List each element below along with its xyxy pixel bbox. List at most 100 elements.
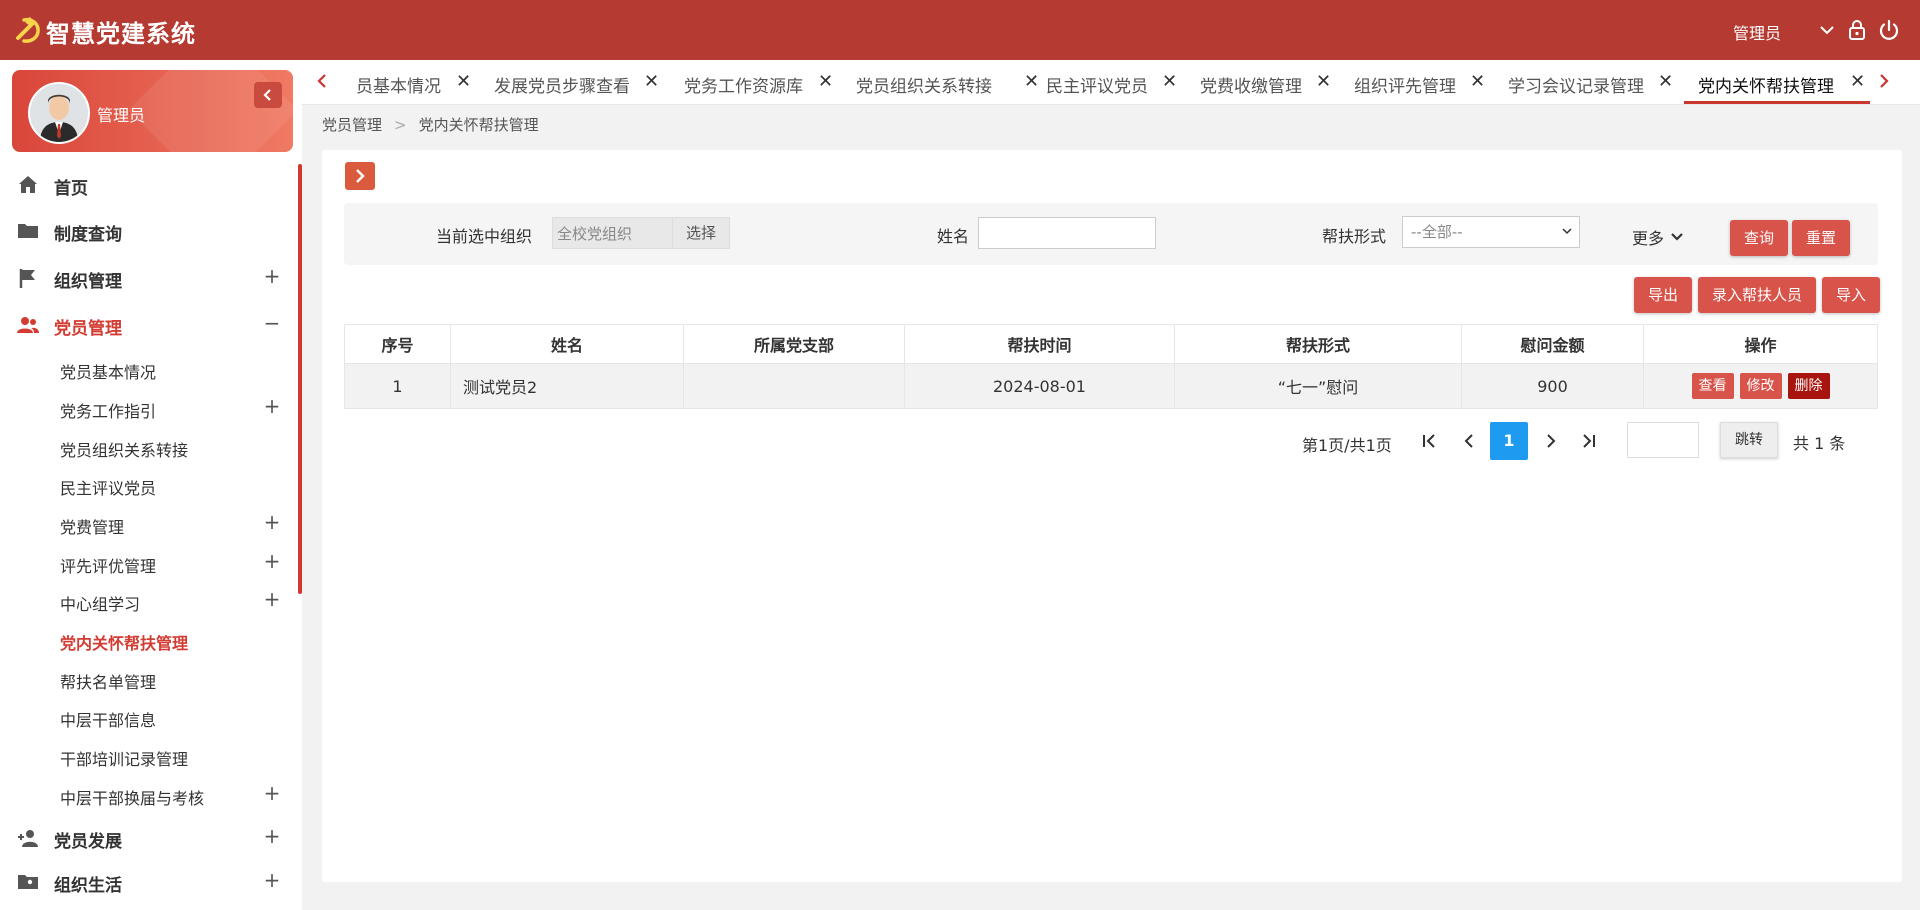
expand-icon[interactable]: + [262, 824, 282, 848]
org-select-button[interactable]: 选择 [672, 217, 730, 249]
table-header-row: 序号 姓名 所属党支部 帮扶时间 帮扶形式 慰问金额 操作 [344, 324, 1878, 364]
sidebar-item-label: 组织管理 [54, 272, 122, 292]
add-helped-person-button[interactable]: 录入帮扶人员 [1698, 277, 1816, 313]
app-title: 智慧党建系统 [46, 20, 196, 48]
tab-label: 民主评议党员 [1046, 77, 1148, 97]
view-button[interactable]: 查看 [1691, 373, 1734, 399]
name-input[interactable] [978, 217, 1156, 249]
sidebar-item-label: 组织生活 [54, 876, 122, 896]
sidebar-subitem[interactable]: 党员基本情况 [0, 351, 290, 387]
sidebar: 管理员 首页 制度查询 组织管理 + 党员管理 − 党员基本情况 党务工作指引 … [0, 60, 302, 910]
expand-icon[interactable]: + [262, 510, 282, 534]
sidebar-subitem-active[interactable]: 党内关怀帮扶管理 [0, 622, 290, 658]
close-icon[interactable]: ✕ [1470, 71, 1485, 92]
sidebar-item-development[interactable]: 党员发展 + [0, 818, 290, 858]
avatar[interactable] [28, 82, 90, 144]
chevron-left-icon [317, 74, 326, 88]
sidebar-subitem[interactable]: 党员组织关系转接 [0, 429, 290, 465]
chevron-down-icon [1562, 228, 1572, 235]
sidebar-subitem[interactable]: 帮扶名单管理 [0, 661, 290, 697]
breadcrumb: 党员管理 > 党内关怀帮扶管理 [322, 114, 539, 135]
sidebar-subitem[interactable]: 中层干部换届与考核 + [0, 777, 290, 813]
expand-icon[interactable]: + [262, 549, 282, 573]
users-icon [17, 317, 39, 333]
sidebar-item-policy[interactable]: 制度查询 [0, 211, 290, 251]
sidebar-subitem-label: 党内关怀帮扶管理 [60, 634, 189, 653]
top-header: 智慧党建系统 管理员 [0, 0, 1920, 60]
tab-label: 党内关怀帮扶管理 [1698, 77, 1834, 97]
more-filters-toggle[interactable]: 更多 [1632, 225, 1685, 249]
expand-icon[interactable]: + [262, 781, 282, 805]
table-row[interactable]: 1 测试党员2 2024-08-01 “七一”慰问 900 查看 修改 删除 [344, 364, 1878, 409]
more-label: 更多 [1632, 229, 1665, 248]
sidebar-subitem[interactable]: 干部培训记录管理 [0, 738, 290, 774]
chevron-left-icon [263, 89, 271, 101]
sidebar-subitem[interactable]: 评先评优管理 + [0, 545, 290, 581]
last-page-icon[interactable] [1578, 430, 1600, 452]
power-icon[interactable] [1877, 18, 1901, 42]
close-icon[interactable]: ✕ [456, 71, 471, 92]
edit-button[interactable]: 修改 [1739, 373, 1782, 399]
breadcrumb-parent[interactable]: 党员管理 [322, 116, 382, 134]
tab-scroll-left-button[interactable] [312, 70, 332, 92]
close-icon[interactable]: ✕ [644, 71, 659, 92]
close-icon[interactable]: ✕ [1658, 71, 1673, 92]
cell-name: 测试党员2 [451, 364, 684, 408]
org-label: 当前选中组织 [436, 227, 533, 246]
tab-bar: 员基本情况 ✕ 发展党员步骤查看 ✕ 党务工作资源库 ✕ 党员组织关系转接 ✕ … [302, 60, 1920, 105]
pagination: 第1页/共1页 1 跳转 共 1 条 [322, 422, 1902, 462]
tab-label: 员基本情况 [356, 77, 441, 97]
sidebar-item-members[interactable]: 党员管理 − [0, 305, 290, 345]
page-jump-button[interactable]: 跳转 [1720, 422, 1778, 458]
current-page-button[interactable]: 1 [1490, 422, 1528, 460]
chevron-down-icon[interactable] [1815, 18, 1839, 42]
expand-icon[interactable]: + [262, 587, 282, 611]
user-card: 管理员 [12, 70, 293, 152]
export-button[interactable]: 导出 [1634, 277, 1692, 313]
sidebar-collapse-button[interactable] [254, 82, 282, 108]
close-icon[interactable]: ✕ [818, 71, 833, 92]
total-count: 共 1 条 [1793, 434, 1846, 453]
sidebar-subitem[interactable]: 中层干部信息 [0, 699, 290, 735]
expand-icon[interactable]: + [262, 868, 282, 892]
folder-icon [18, 224, 38, 238]
expand-icon[interactable]: + [262, 394, 282, 418]
sidebar-item-home[interactable]: 首页 [0, 165, 290, 205]
collapse-icon[interactable]: − [262, 311, 282, 335]
expand-tree-button[interactable] [345, 162, 375, 190]
tab-scroll-right-button[interactable] [1874, 70, 1894, 92]
header-user-name[interactable]: 管理员 [1733, 20, 1781, 44]
sidebar-scrollbar[interactable] [298, 164, 302, 594]
lock-icon[interactable] [1845, 18, 1869, 42]
query-button[interactable]: 查询 [1730, 220, 1788, 256]
sidebar-subitem-label: 中层干部信息 [60, 711, 157, 730]
close-icon[interactable]: ✕ [1316, 71, 1331, 92]
first-page-icon[interactable] [1418, 430, 1440, 452]
help-form-label: 帮扶形式 [1322, 227, 1387, 246]
reset-button[interactable]: 重置 [1792, 220, 1850, 256]
page-jump-input[interactable] [1627, 422, 1699, 458]
delete-button[interactable]: 删除 [1787, 373, 1830, 399]
close-icon[interactable]: ✕ [1850, 71, 1865, 92]
help-form-select[interactable]: --全部-- [1402, 216, 1580, 248]
sidebar-subitem-label: 党员基本情况 [60, 363, 157, 382]
flag-icon [19, 269, 35, 288]
org-input[interactable]: 全校党组织 [552, 217, 672, 249]
sidebar-item-label: 党员发展 [54, 832, 122, 852]
prev-page-icon[interactable] [1458, 430, 1480, 452]
next-page-icon[interactable] [1540, 430, 1562, 452]
sidebar-subitem[interactable]: 党务工作指引 + [0, 390, 290, 426]
expand-icon[interactable]: + [262, 264, 282, 288]
active-tab-indicator [1684, 101, 1870, 104]
sidebar-subitem[interactable]: 党费管理 + [0, 506, 290, 542]
close-icon[interactable]: ✕ [1024, 71, 1039, 92]
column-header: 姓名 [451, 325, 684, 363]
sidebar-subitem[interactable]: 民主评议党员 [0, 467, 290, 503]
import-button[interactable]: 导入 [1822, 277, 1880, 313]
sidebar-subitem[interactable]: 中心组学习 + [0, 583, 290, 619]
sidebar-item-label: 首页 [54, 179, 88, 199]
close-icon[interactable]: ✕ [1162, 71, 1177, 92]
cell-amount: 900 [1462, 364, 1644, 408]
sidebar-item-org[interactable]: 组织管理 + [0, 258, 290, 298]
sidebar-item-org-life[interactable]: 组织生活 + [0, 862, 290, 902]
